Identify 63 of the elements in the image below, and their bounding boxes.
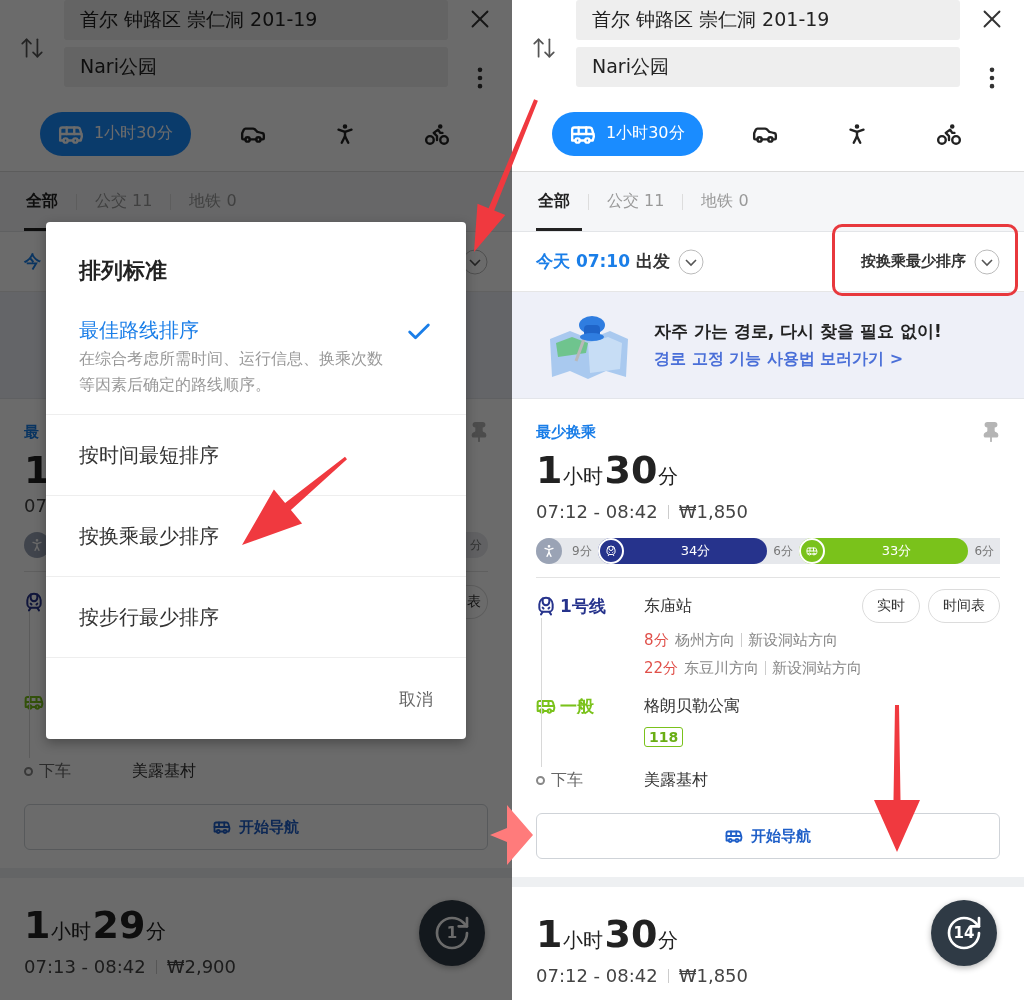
banner-title: 자주 가는 경로, 다시 찾을 필요 없이! [654, 320, 942, 343]
stop-name: 美露基村 [644, 769, 708, 791]
filter-tab[interactable]: 地铁 0 [689, 172, 761, 231]
train-icon [536, 596, 556, 616]
route-duration: 1小时30分 [536, 448, 680, 494]
start-navigation-button[interactable]: 开始导航 [24, 804, 488, 850]
departure-time[interactable]: 今天 07:10 [536, 250, 631, 273]
line-label: 下车 [39, 760, 71, 782]
route-label: 最少换乘 [536, 422, 596, 443]
travel-mode-tab[interactable]: 1小时30分 [40, 111, 191, 156]
bus-number: 118 [644, 727, 684, 747]
bus-icon [798, 538, 825, 564]
route-time: 07 [24, 494, 47, 518]
swap-icon[interactable] [19, 35, 45, 61]
cancel-button[interactable]: 取消 [399, 688, 433, 711]
arrival-direction: 东豆川方向 [684, 658, 760, 679]
annotation-arrow [490, 805, 533, 865]
schedule-button[interactable]: 实时 [862, 589, 920, 623]
stop-name: 美露基村 [132, 760, 196, 782]
schedule-button[interactable]: 时间表 [928, 589, 1000, 623]
banner-link[interactable]: 경로 고정 기능 사용법 보러가기 > [654, 349, 942, 370]
destination-field[interactable]: Nari公园 [64, 47, 448, 87]
route-label: 最 [24, 422, 39, 443]
train-icon [24, 592, 44, 612]
destination-field[interactable]: Nari公园 [576, 47, 960, 87]
arrival-direction: 新设洞站方向 [772, 658, 863, 679]
route-fare: ₩1,850 [678, 500, 748, 524]
bus-segment: 33分 [798, 538, 969, 564]
segment-time: 9分 [571, 543, 593, 560]
line-label: 一般 [560, 695, 594, 718]
route-fare: ₩2,900 [166, 955, 236, 979]
arrival-wait: 8分 [644, 630, 669, 651]
origin-field[interactable]: 首尔 钟路区 崇仁洞 201-19 [64, 0, 448, 40]
swap-icon[interactable] [531, 35, 557, 61]
sort-option[interactable]: 按步行最少排序 [46, 577, 466, 658]
departure-time[interactable]: 今 [24, 250, 41, 273]
line-label: 1号线 [560, 595, 606, 618]
line-label: 下车 [551, 769, 583, 791]
train-icon [597, 538, 624, 564]
origin-field[interactable]: 首尔 钟路区 崇仁洞 201-19 [576, 0, 960, 40]
subway-segment: 34分 [597, 538, 768, 564]
route-time: 07:13 - 08:42 [24, 955, 146, 979]
sort-option[interactable]: 最佳路线排序 在综合考虑所需时间、运行信息、换乘次数等因素后确定的路线顺序。 [46, 298, 466, 415]
option-description: 在综合考虑所需时间、运行信息、换乘次数等因素后确定的路线顺序。 [79, 348, 384, 396]
filter-tab[interactable]: 公交 11 [595, 172, 677, 231]
arrival-direction: 杨州方向 [674, 630, 735, 651]
stop-name: 东庙站 [644, 595, 692, 617]
route-fare: ₩1,850 [678, 964, 748, 988]
departure-label: 出发 [636, 250, 671, 273]
dialog-title: 排列标准 [77, 257, 168, 285]
route-duration: 1小时30分 [536, 912, 680, 958]
stop-dot-icon [536, 775, 545, 785]
chevron-down-icon [974, 248, 1000, 275]
stop-dot-icon [24, 766, 33, 776]
route-time: 07:12 - 08:42 [536, 964, 658, 988]
travel-mode-tab[interactable]: 1小时30分 [552, 111, 703, 156]
sort-button[interactable]: 按换乘最少排序 [861, 248, 1000, 275]
route-duration: 1小时29分 [24, 903, 168, 949]
start-navigation-button[interactable]: 开始导航 [536, 813, 1000, 859]
stop-name: 格朗贝勒公寓 [644, 695, 740, 717]
arrival-wait: 22分 [644, 658, 679, 679]
arrival-direction: 新设洞站方向 [747, 630, 838, 651]
route-time: 07:12 - 08:42 [536, 500, 658, 524]
